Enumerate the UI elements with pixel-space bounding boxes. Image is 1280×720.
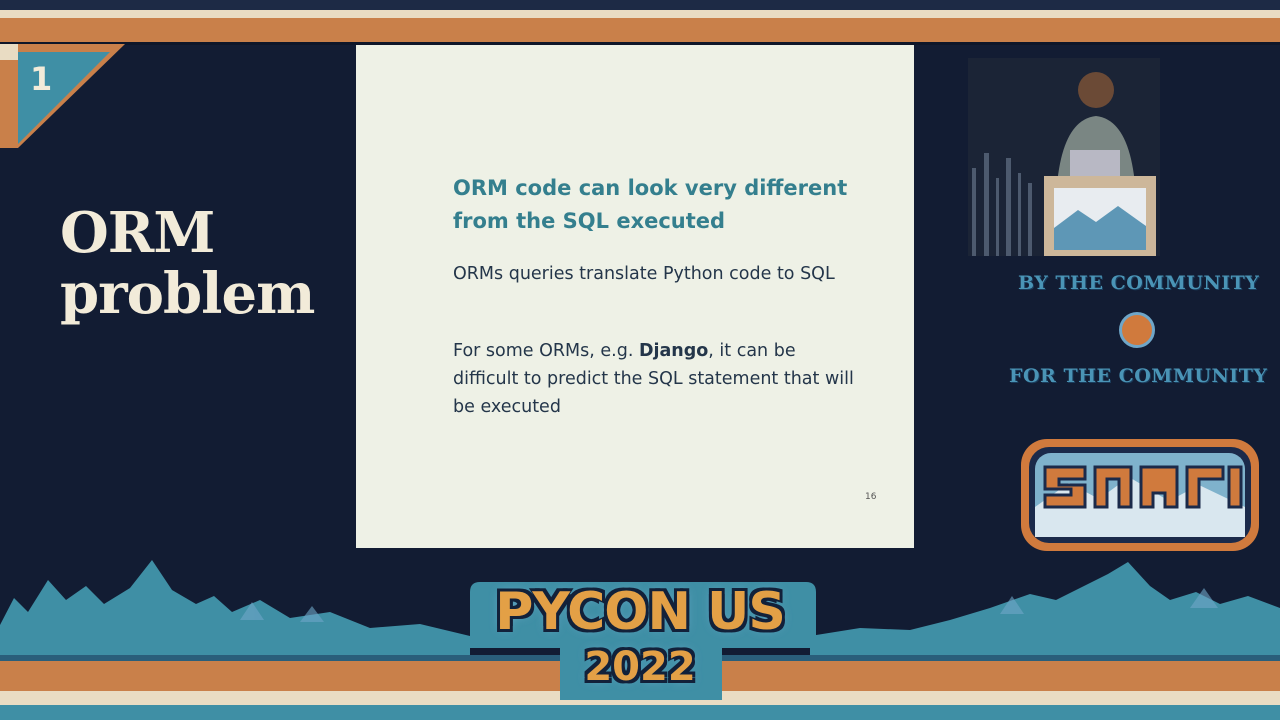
tree-line-right [810, 562, 1280, 660]
pycon-logo-name: PYCON US [495, 582, 786, 642]
pycon-logo-year: 2022 [584, 644, 696, 690]
tree-line-left [0, 560, 470, 660]
